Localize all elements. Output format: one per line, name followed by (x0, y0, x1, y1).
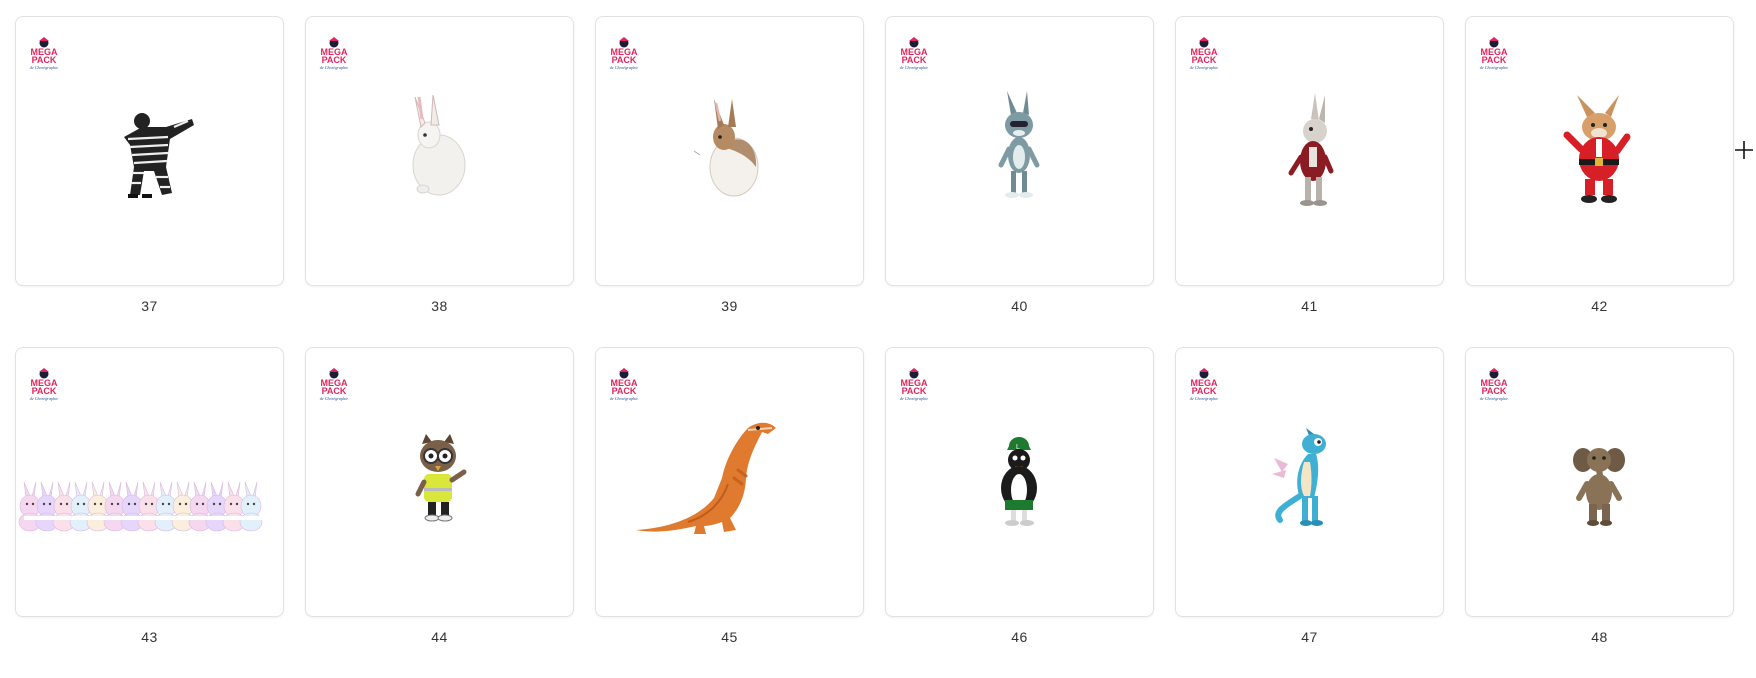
logo-text-line2: PACK (32, 386, 57, 396)
thumbnail-card[interactable]: L MEGA PACK de Chorégraphie (885, 347, 1154, 617)
mega-pack-logo-icon: MEGA PACK de Chorégraphie (610, 368, 639, 401)
mega-pack-logo-icon: MEGA PACK de Chorégraphie (30, 37, 59, 70)
logo-text-line3: de Chorégraphie (1480, 396, 1509, 401)
logo-text-line3: de Chorégraphie (610, 65, 639, 70)
mega-pack-logo-icon: MEGA PACK de Chorégraphie (900, 368, 929, 401)
logo-text-line3: de Chorégraphie (320, 396, 349, 401)
logo-text-line3: de Chorégraphie (30, 65, 59, 70)
thumbnail-card[interactable]: MEGA PACK de Chorégraphie (1465, 16, 1734, 286)
thumbnail-number: 41 (1301, 298, 1318, 314)
thumbnail-card[interactable]: MEGA PACK de Chorégraphie (1465, 347, 1734, 617)
thumbnail-tile[interactable]: MEGA PACK de Chorégraphie 47 (1175, 347, 1444, 678)
logo-text-line2: PACK (902, 55, 927, 65)
logo-text-line3: de Chorégraphie (30, 396, 59, 401)
thumbnail-tile[interactable]: MEGA PACK de Chorégraphie 38 (305, 16, 574, 347)
thumbnail-card[interactable]: MEGA PACK de Chorégraphie (595, 347, 864, 617)
thumbnail-number: 48 (1591, 629, 1608, 645)
logo-text-line2: PACK (1482, 55, 1507, 65)
logo-text-line3: de Chorégraphie (1190, 396, 1219, 401)
thumbnail-tile[interactable]: MEGA PACK de Chorégraphie 41 (1175, 16, 1444, 347)
thumbnail-tile[interactable]: MEGA PACK de Chorégraphie 48 (1465, 347, 1734, 678)
thumbnail-tile[interactable]: MEGA PACK de Chorégraphie 44 (305, 347, 574, 678)
thumbnail-number: 42 (1591, 298, 1608, 314)
logo-text-line3: de Chorégraphie (610, 396, 639, 401)
logo-text-line2: PACK (32, 55, 57, 65)
mega-pack-logo-icon: MEGA PACK de Chorégraphie (320, 37, 349, 70)
logo-text-line2: PACK (612, 55, 637, 65)
logo-text-line3: de Chorégraphie (1480, 65, 1509, 70)
thumbnail-card[interactable]: MEGA PACK de Chorégraphie (885, 16, 1154, 286)
thumbnail-tile[interactable]: L MEGA PACK de Chorégraphie 46 (885, 347, 1154, 678)
thumbnail-number: 38 (431, 298, 448, 314)
mega-pack-logo-icon: MEGA PACK de Chorégraphie (320, 368, 349, 401)
thumbnail-number: 45 (721, 629, 738, 645)
thumbnail-number: 46 (1011, 629, 1028, 645)
logo-text-line3: de Chorégraphie (900, 396, 929, 401)
logo-text-line3: de Chorégraphie (900, 65, 929, 70)
thumbnail-tile[interactable]: MEGA PACK de Chorégraphie 43 (15, 347, 284, 678)
crosshair-cursor-icon (1735, 141, 1753, 159)
thumbnail-number: 37 (141, 298, 158, 314)
logo-text-line2: PACK (1192, 386, 1217, 396)
logo-text-line2: PACK (612, 386, 637, 396)
thumbnail-tile[interactable]: MEGA PACK de Chorégraphie 45 (595, 347, 864, 678)
thumbnail-card[interactable]: MEGA PACK de Chorégraphie (15, 16, 284, 286)
mega-pack-logo-icon: MEGA PACK de Chorégraphie (1480, 37, 1509, 70)
mega-pack-logo-icon: MEGA PACK de Chorégraphie (30, 368, 59, 401)
thumbnail-card[interactable]: MEGA PACK de Chorégraphie (1175, 16, 1444, 286)
logo-text-line3: de Chorégraphie (320, 65, 349, 70)
logo-text-line2: PACK (322, 55, 347, 65)
thumbnail-card[interactable]: MEGA PACK de Chorégraphie (595, 16, 864, 286)
thumbnail-card[interactable]: MEGA PACK de Chorégraphie (305, 347, 574, 617)
thumbnail-number: 39 (721, 298, 738, 314)
thumbnail-tile[interactable]: MEGA PACK de Chorégraphie 37 (15, 16, 284, 347)
thumbnail-number: 40 (1011, 298, 1028, 314)
thumbnail-tile[interactable]: MEGA PACK de Chorégraphie 42 (1465, 16, 1734, 347)
logo-text-line3: de Chorégraphie (1190, 65, 1219, 70)
logo-text-line2: PACK (322, 386, 347, 396)
thumbnail-tile[interactable]: MEGA PACK de Chorégraphie 39 (595, 16, 864, 347)
mega-pack-logo-icon: MEGA PACK de Chorégraphie (1190, 37, 1219, 70)
thumbnail-tile[interactable]: MEGA PACK de Chorégraphie 40 (885, 16, 1154, 347)
mega-pack-logo-icon: MEGA PACK de Chorégraphie (1480, 368, 1509, 401)
thumbnail-card[interactable]: MEGA PACK de Chorégraphie (1175, 347, 1444, 617)
mega-pack-logo-icon: MEGA PACK de Chorégraphie (610, 37, 639, 70)
thumbnail-grid: MEGA PACK de Chorégraphie 37 MEGA PACK de… (15, 16, 1734, 678)
logo-text-line2: PACK (1192, 55, 1217, 65)
thumbnail-card[interactable]: MEGA PACK de Chorégraphie (15, 347, 284, 617)
thumbnail-number: 47 (1301, 629, 1318, 645)
logo-text-line2: PACK (902, 386, 927, 396)
thumbnail-number: 44 (431, 629, 448, 645)
mega-pack-logo-icon: MEGA PACK de Chorégraphie (1190, 368, 1219, 401)
logo-text-line2: PACK (1482, 386, 1507, 396)
thumbnail-number: 43 (141, 629, 158, 645)
thumbnail-card[interactable]: MEGA PACK de Chorégraphie (305, 16, 574, 286)
mega-pack-logo-icon: MEGA PACK de Chorégraphie (900, 37, 929, 70)
